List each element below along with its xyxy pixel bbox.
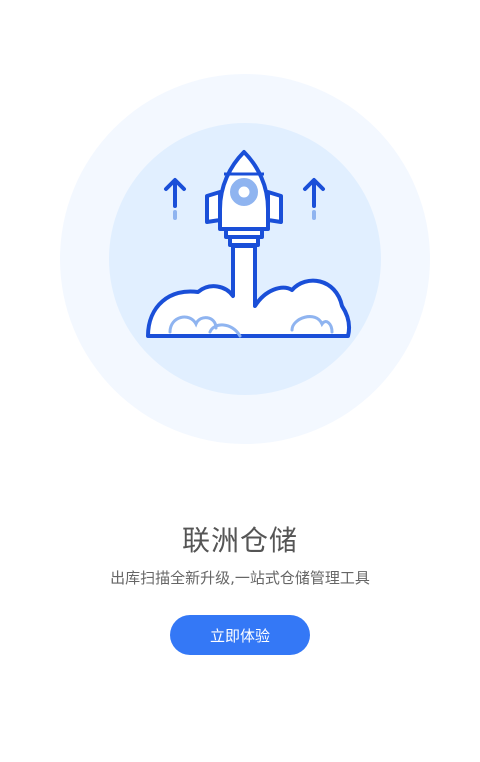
- page-subtitle: 出库扫描全新升级,一站式仓储管理工具: [110, 569, 370, 587]
- page-title: 联洲仓储: [181, 524, 298, 557]
- rocket-illustration: [60, 74, 430, 444]
- try-now-button[interactable]: 立即体验: [170, 615, 310, 655]
- rocket-launch-icon: [60, 74, 430, 444]
